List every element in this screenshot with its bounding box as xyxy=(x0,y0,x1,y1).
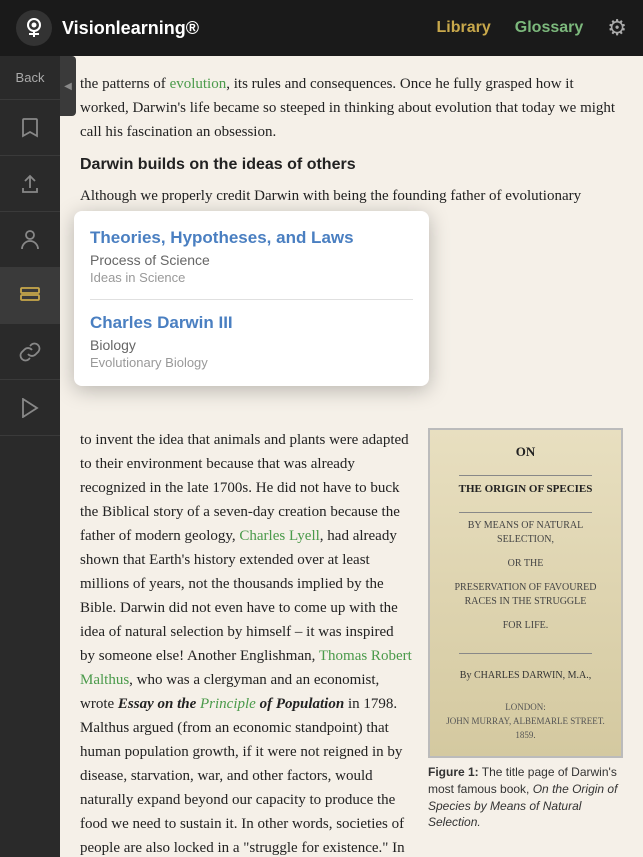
top-navigation: Visionlearning® Library Glossary ⚙ xyxy=(0,0,643,56)
content-area[interactable]: the patterns of evolution, its rules and… xyxy=(60,56,643,857)
dropdown-item-1-subtitle: Process of Science xyxy=(90,252,413,268)
figure-container: ON THE ORIGIN OF SPECIES BY MEANS OF NAT… xyxy=(428,428,623,831)
nav-links: Library Glossary ⚙ xyxy=(437,15,627,41)
dropdown-item-2-subtitle: Biology xyxy=(90,337,413,353)
sidebar: Back xyxy=(0,56,60,857)
logo-text: Visionlearning® xyxy=(62,18,199,39)
book-cover-image: ON THE ORIGIN OF SPECIES BY MEANS OF NAT… xyxy=(428,428,623,758)
dropdown-item-2-title: Charles Darwin III xyxy=(90,312,413,334)
share-icon[interactable] xyxy=(0,156,60,212)
book-place: LONDON: JOHN MURRAY, ALBEMARLE STREET. 1… xyxy=(446,700,605,743)
bookmark-icon[interactable] xyxy=(0,100,60,156)
book-cover: ON THE ORIGIN OF SPECIES BY MEANS OF NAT… xyxy=(429,429,622,757)
section-intro: Although we properly credit Darwin with … xyxy=(80,184,623,208)
logo-icon xyxy=(16,10,52,46)
chevron-left-icon: ◀ xyxy=(64,81,72,92)
dropdown-item-2[interactable]: Charles Darwin III Biology Evolutionary … xyxy=(90,312,413,370)
link-icon[interactable] xyxy=(0,324,60,380)
section-heading: Darwin builds on the ideas of others xyxy=(80,156,623,174)
thomas-malthus-link[interactable]: Thomas Robert Malthus xyxy=(80,648,412,688)
evolution-link[interactable]: evolution xyxy=(170,76,227,92)
library-link[interactable]: Library xyxy=(437,19,491,37)
logo-area: Visionlearning® xyxy=(16,10,199,46)
figure-caption: Figure 1: The title page of Darwin's mos… xyxy=(428,764,623,831)
book-subtitle-2: OR THE xyxy=(508,557,544,571)
intro-paragraph: the patterns of evolution, its rules and… xyxy=(80,72,623,144)
book-title-origin: THE ORIGIN OF SPECIES xyxy=(459,482,593,497)
settings-icon[interactable]: ⚙ xyxy=(607,15,627,41)
back-button[interactable]: Back xyxy=(0,56,60,100)
dropdown-item-1-sub2: Ideas in Science xyxy=(90,270,413,285)
dropdown-item-2-sub2: Evolutionary Biology xyxy=(90,355,413,370)
dropdown-divider xyxy=(90,299,413,300)
sidebar-collapse-button[interactable]: ◀ xyxy=(60,56,76,116)
layers-icon[interactable] xyxy=(0,268,60,324)
main-body: ON THE ORIGIN OF SPECIES BY MEANS OF NAT… xyxy=(80,428,623,857)
dropdown-popup: Theories, Hypotheses, and Laws Process o… xyxy=(74,211,429,386)
book-author: By CHARLES DARWIN, M.A., xyxy=(460,668,591,684)
book-subtitle-4: FOR LIFE. xyxy=(503,619,549,633)
play-icon[interactable] xyxy=(0,380,60,436)
book-subtitle-3: PRESERVATION OF FAVOURED RACES IN THE ST… xyxy=(442,581,609,609)
glossary-link[interactable]: Glossary xyxy=(515,19,583,37)
book-title-on: ON xyxy=(516,443,536,461)
principle-link[interactable]: Principle xyxy=(200,696,256,712)
dropdown-item-1-title: Theories, Hypotheses, and Laws xyxy=(90,227,413,249)
charles-lyell-link[interactable]: Charles Lyell xyxy=(239,528,319,544)
person-icon[interactable] xyxy=(0,212,60,268)
dropdown-item-1[interactable]: Theories, Hypotheses, and Laws Process o… xyxy=(90,227,413,285)
main-layout: Back ◀ the patterns of evolution, its ru… xyxy=(0,56,643,857)
book-subtitle-1: BY MEANS OF NATURAL SELECTION, xyxy=(442,519,609,547)
